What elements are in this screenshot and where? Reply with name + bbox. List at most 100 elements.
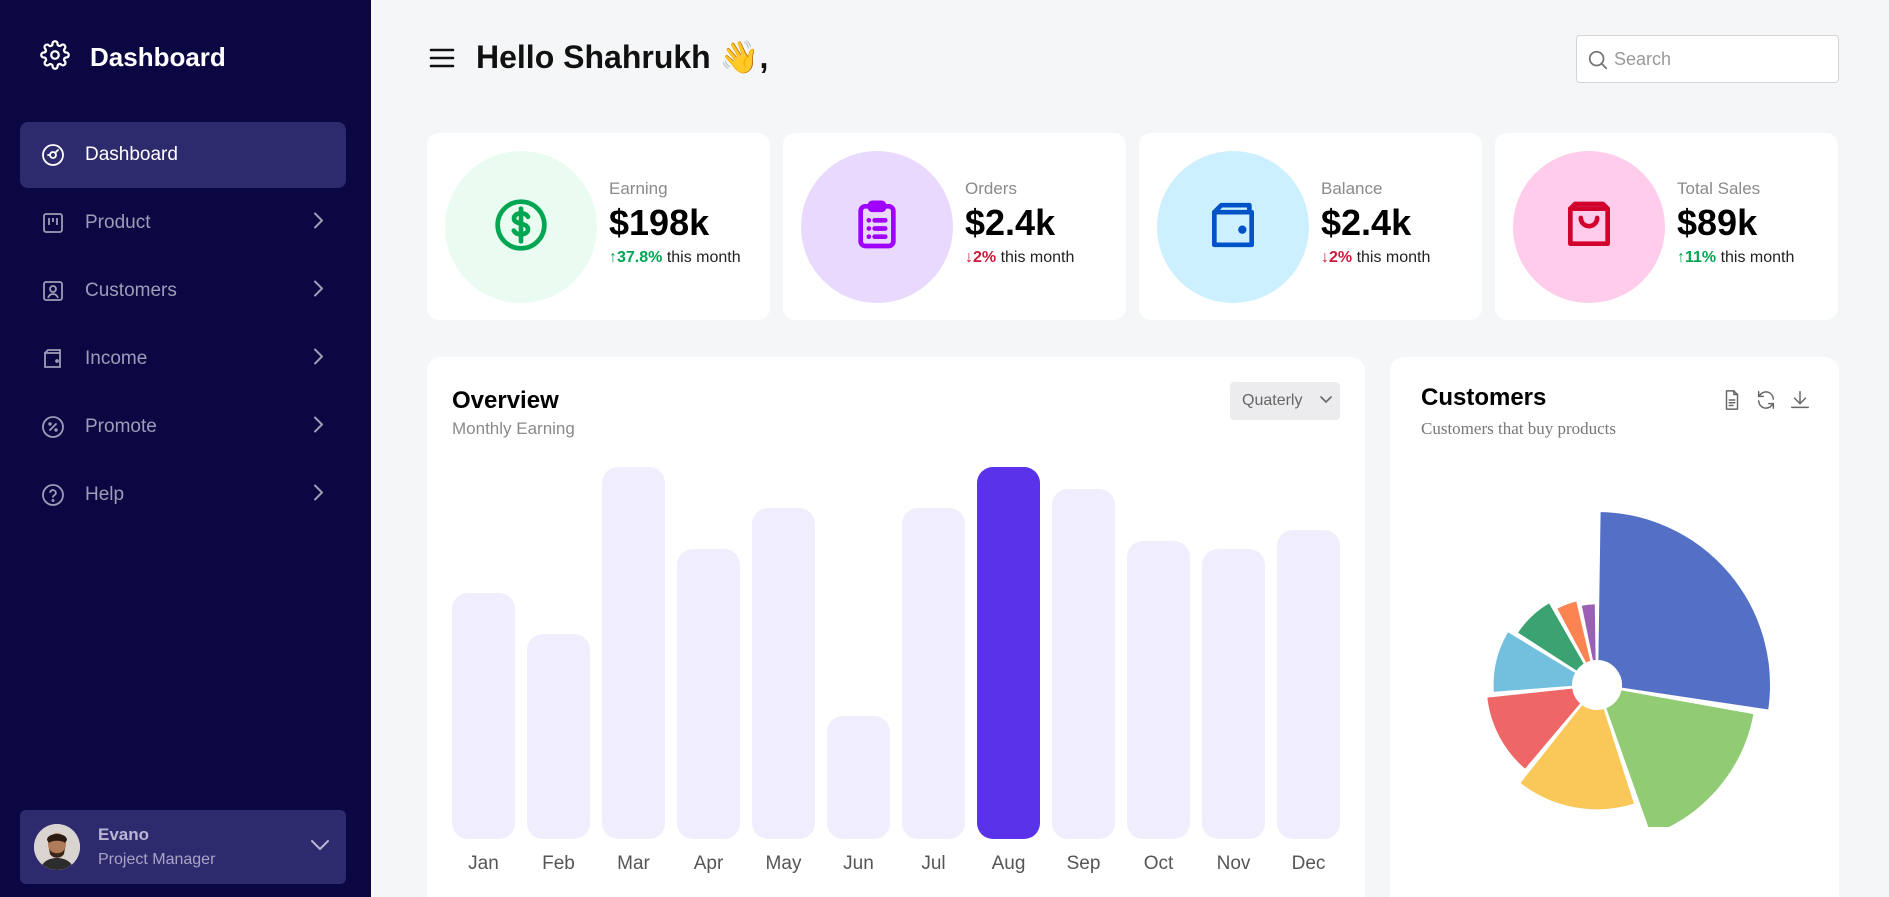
stat-change-value: 2% <box>973 249 997 266</box>
stat-change-value: 37.8% <box>617 249 663 266</box>
bar-label: Nov <box>1216 853 1251 874</box>
bar-label: Jun <box>843 853 874 874</box>
sidebar-item-label: Dashboard <box>85 144 178 165</box>
download-icon[interactable] <box>1789 389 1811 416</box>
document-icon[interactable] <box>1721 389 1743 416</box>
page-title: Hello Shahrukh 👋, <box>476 39 769 75</box>
refresh-icon[interactable] <box>1755 389 1777 416</box>
overview-subtitle: Monthly Earning <box>452 419 575 438</box>
sidebar-item-customers[interactable]: Customers <box>20 258 346 324</box>
chart-toolbar <box>1721 389 1811 416</box>
bar-jun[interactable] <box>827 716 890 839</box>
sidebar-item-label: Product <box>85 212 151 233</box>
stat-change: ↓2% this month <box>965 249 1074 267</box>
stat-value: $89k <box>1677 202 1758 243</box>
sidebar-item-label: Help <box>85 484 125 505</box>
chevron-right-icon <box>312 280 324 303</box>
stat-value: $198k <box>609 202 710 243</box>
search-icon <box>1588 50 1608 70</box>
stat-change-suffix: this month <box>662 249 741 266</box>
sidebar-item-dashboard[interactable]: Dashboard <box>20 122 346 188</box>
bar-label: Apr <box>693 853 724 874</box>
search-input[interactable] <box>1614 44 1829 74</box>
pie-slice-1[interactable] <box>1596 510 1772 712</box>
profile-name: Evano <box>98 825 150 844</box>
bar-label: Aug <box>991 853 1026 874</box>
customers-subtitle: Customers that buy products <box>1421 419 1617 438</box>
arrow-down-icon: ↓ <box>1321 249 1329 266</box>
sidebar-nav: Dashboard Product Customers Income Promo… <box>20 122 346 530</box>
stat-change: ↑11% this month <box>1677 249 1794 267</box>
bar-aug[interactable] <box>977 467 1040 839</box>
hamburger-menu-icon[interactable] <box>428 46 456 75</box>
overview-title: Overview <box>452 387 559 414</box>
stat-change-suffix: this month <box>1352 249 1431 266</box>
stat-card-balance: Balance $2.4k ↓2% this month <box>1139 133 1482 320</box>
stat-label: Balance <box>1321 179 1383 198</box>
user-badge-icon <box>40 278 66 304</box>
sidebar-item-label: Customers <box>85 280 177 301</box>
sidebar-item-income[interactable]: Income <box>20 326 346 392</box>
stat-card-orders: Orders $2.4k ↓2% this month <box>783 133 1126 320</box>
bar-mar[interactable] <box>602 467 665 839</box>
arrow-up-icon: ↑ <box>1677 249 1685 266</box>
stat-change-value: 2% <box>1329 249 1353 266</box>
chevron-right-icon <box>312 348 324 371</box>
sidebar-item-label: Income <box>85 348 148 369</box>
chevron-down-icon[interactable] <box>310 838 330 856</box>
wallet-icon <box>40 346 66 372</box>
stat-label: Total Sales <box>1677 179 1761 198</box>
speedometer-icon <box>40 142 66 168</box>
bar-jan[interactable] <box>452 593 515 839</box>
dollar-icon <box>493 197 549 258</box>
arrow-down-icon: ↓ <box>965 249 973 266</box>
bar-nov[interactable] <box>1202 548 1265 839</box>
user-profile[interactable]: Evano Project Manager <box>20 810 346 884</box>
profile-role: Project Manager <box>98 851 216 868</box>
bar-dec[interactable] <box>1277 530 1340 839</box>
avatar <box>34 824 80 870</box>
chevron-right-icon <box>312 212 324 235</box>
brand-title: Dashboard <box>90 42 226 72</box>
stat-icon-circle <box>445 151 597 303</box>
bar-chart <box>452 467 1340 839</box>
sidebar-item-promote[interactable]: Promote <box>20 394 346 460</box>
stat-card-earning: Earning $198k ↑37.8% this month <box>427 133 770 320</box>
bar-label: May <box>765 853 802 874</box>
bar-label: Jul <box>921 853 946 874</box>
stat-card-total-sales: Total Sales $89k ↑11% this month <box>1495 133 1838 320</box>
chevron-down-icon <box>1320 396 1332 404</box>
bar-apr[interactable] <box>677 548 740 839</box>
period-select-value: Quaterly <box>1242 392 1303 409</box>
chevron-right-icon <box>312 416 324 439</box>
customers-panel: Customers Customers that buy products <box>1390 357 1839 897</box>
stat-change-suffix: this month <box>1716 249 1795 266</box>
help-icon <box>40 482 66 508</box>
stat-value: $2.4k <box>1321 202 1412 243</box>
bar-label: Dec <box>1291 853 1326 874</box>
overview-panel: Overview Monthly Earning Quaterly Jan Feb… <box>427 357 1365 897</box>
bar-jul[interactable] <box>902 507 965 839</box>
sidebar: Dashboard Dashboard Product Customers In… <box>0 0 371 897</box>
gear-icon <box>40 40 70 75</box>
stat-change-value: 11% <box>1685 249 1717 266</box>
search-box <box>1576 35 1839 83</box>
sidebar-item-help[interactable]: Help <box>20 462 346 528</box>
product-icon <box>40 210 66 236</box>
stat-change: ↓2% this month <box>1321 249 1430 267</box>
stat-label: Orders <box>965 179 1017 198</box>
wallet-icon <box>1205 197 1261 258</box>
bar-may[interactable] <box>752 507 815 839</box>
bar-label: Mar <box>617 853 650 874</box>
customers-pie-chart <box>1485 510 1772 827</box>
bar-sep[interactable] <box>1052 489 1115 839</box>
period-select[interactable]: Quaterly <box>1230 382 1340 420</box>
brand[interactable]: Dashboard <box>40 40 226 75</box>
sidebar-item-product[interactable]: Product <box>20 190 346 256</box>
bar-oct[interactable] <box>1127 541 1190 839</box>
customers-title: Customers <box>1421 384 1547 411</box>
stat-change: ↑37.8% this month <box>609 249 741 267</box>
stat-value: $2.4k <box>965 202 1056 243</box>
bar-feb[interactable] <box>527 634 590 839</box>
discount-icon <box>40 414 66 440</box>
